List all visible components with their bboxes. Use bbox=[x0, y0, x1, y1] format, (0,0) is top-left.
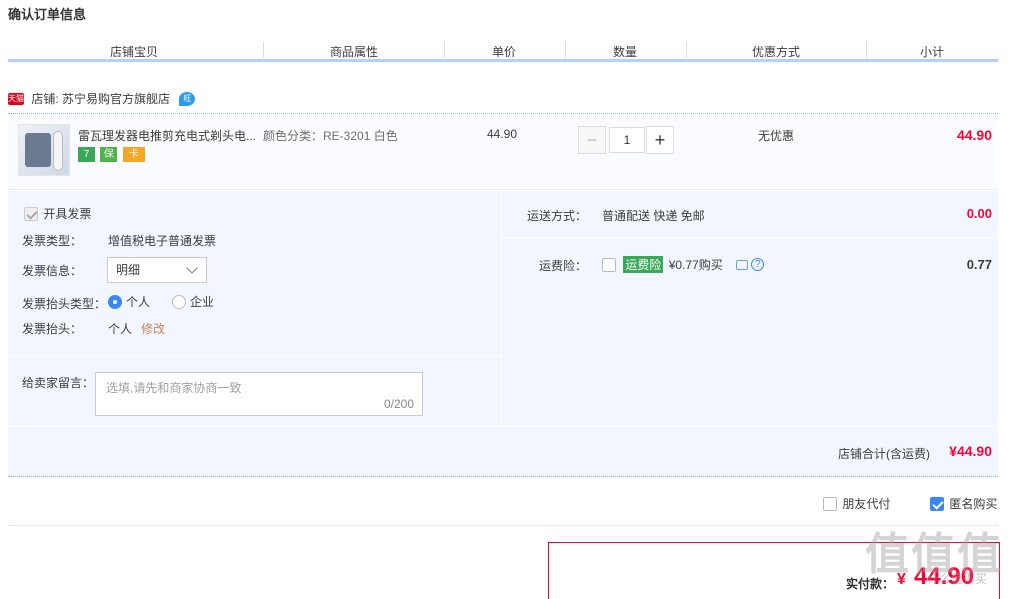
service-badges: 7 保 卡 bbox=[78, 147, 147, 163]
unit-price: 44.90 bbox=[487, 127, 518, 141]
page-title: 确认订单信息 bbox=[8, 7, 87, 22]
insurance-amount: 0.77 bbox=[966, 257, 992, 272]
col-subtotal: 小计 bbox=[920, 45, 945, 59]
credit-card-icon[interactable]: 卡 bbox=[122, 147, 145, 163]
order-item-row: 雷瓦理发器电推剪充电式剃头电... 7 保 卡 颜色分类：RE-3201 白色 … bbox=[8, 113, 998, 190]
shipping-amount: 0.00 bbox=[966, 206, 992, 221]
invoice-info-selected: 明细 bbox=[116, 263, 141, 277]
watermark-sub: 什么值得买 bbox=[926, 572, 987, 586]
insurance-label: 运费险： bbox=[539, 259, 588, 273]
chevron-down-icon bbox=[186, 262, 198, 274]
anonymous-option[interactable]: 匿名购买 bbox=[930, 495, 997, 512]
insurance-price: ¥0.77购买 bbox=[668, 258, 723, 272]
tmall-icon: 天猫 bbox=[8, 92, 24, 105]
shipping-panel: 运送方式： 普通配送 快递 免邮 0.00 运费险： 运费险 ¥0.77购买 ?… bbox=[502, 191, 998, 426]
friend-pay-option[interactable]: 朋友代付 bbox=[823, 495, 890, 512]
column-header: 店铺宝贝 商品属性 单价 数量 优惠方式 小计 bbox=[8, 40, 998, 62]
shipping-label: 运送方式： bbox=[527, 209, 588, 223]
invoice-header-label: 发票抬头： bbox=[22, 322, 83, 336]
shop-row: 天猫 店铺: 苏宁易购官方旗舰店 旺 bbox=[8, 90, 998, 112]
chat-icon[interactable] bbox=[736, 259, 749, 270]
shop-total-row: 店铺合计(含运费) ¥44.90 bbox=[8, 427, 998, 477]
friend-pay-checkbox[interactable] bbox=[823, 496, 837, 511]
help-icon[interactable]: ? bbox=[751, 258, 765, 271]
product-name-link[interactable]: 雷瓦理发器电推剪充电式剃头电... bbox=[78, 127, 258, 144]
col-price: 单价 bbox=[492, 45, 517, 59]
col-shop-item: 店铺宝贝 bbox=[110, 45, 159, 59]
message-label: 给卖家留言： bbox=[22, 376, 95, 390]
invoice-type-value: 增值税电子普通发票 bbox=[108, 234, 217, 248]
invoice-header-value: 个人 bbox=[108, 322, 133, 336]
message-counter: 0/200 bbox=[383, 397, 414, 411]
invoice-info-label: 发票信息： bbox=[22, 264, 83, 278]
radio-personal-dot[interactable] bbox=[108, 294, 122, 309]
item-subtotal: 44.90 bbox=[956, 127, 992, 143]
product-property: 颜色分类：RE-3201 白色 bbox=[263, 129, 398, 143]
shop-total-label: 店铺合计(含运费) bbox=[838, 447, 930, 461]
col-property: 商品属性 bbox=[330, 45, 379, 59]
invoice-header-type-label: 发票抬头类型： bbox=[22, 297, 107, 311]
quantity-plus-button[interactable]: + bbox=[646, 126, 674, 154]
invoice-panel: 开具发票 发票类型： 增值税电子普通发票 发票信息： 明细 发票抬头类型： 个人… bbox=[8, 191, 501, 426]
quantity-minus-button[interactable]: − bbox=[578, 126, 606, 154]
product-thumbnail[interactable] bbox=[18, 124, 70, 176]
wangwang-chat-icon[interactable]: 旺 bbox=[179, 91, 196, 106]
shop-name-link[interactable]: 店铺: 苏宁易购官方旗舰店 bbox=[31, 92, 170, 106]
quantity-input[interactable]: 1 bbox=[609, 127, 645, 153]
insurance-tag: 运费险 bbox=[623, 256, 664, 273]
invoice-checkbox[interactable] bbox=[24, 206, 38, 221]
anonymous-label: 匿名购买 bbox=[949, 497, 998, 511]
radio-company-label: 企业 bbox=[190, 295, 215, 309]
radio-personal-label: 个人 bbox=[126, 295, 151, 309]
col-quantity: 数量 bbox=[613, 45, 638, 59]
anonymous-checkbox[interactable] bbox=[930, 496, 944, 511]
promo-method: 无优惠 bbox=[758, 129, 795, 143]
insurance-checkbox[interactable] bbox=[602, 257, 616, 272]
radio-company-dot[interactable] bbox=[172, 294, 186, 309]
invoice-modify-link[interactable]: 修改 bbox=[141, 320, 165, 337]
order-options: 朋友代付 匿名购买 bbox=[8, 490, 998, 526]
shop-total-amount: ¥44.90 bbox=[949, 443, 992, 459]
radio-personal[interactable]: 个人 bbox=[108, 293, 150, 310]
shipping-value: 普通配送 快递 免邮 bbox=[602, 209, 705, 223]
invoice-info-select[interactable]: 明细 bbox=[107, 257, 207, 283]
invoice-open-label: 开具发票 bbox=[43, 207, 92, 221]
seller-message-input[interactable]: 选填,请先和商家协商一致 0/200 bbox=[95, 372, 423, 416]
guarantee-icon[interactable]: 保 bbox=[100, 147, 118, 163]
radio-company[interactable]: 企业 bbox=[172, 293, 214, 310]
message-placeholder: 选填,请先和商家协商一致 bbox=[106, 381, 242, 395]
invoice-type-label: 发票类型： bbox=[22, 234, 83, 248]
seven-day-return-icon[interactable]: 7 bbox=[78, 147, 95, 163]
col-promo: 优惠方式 bbox=[752, 45, 801, 59]
friend-pay-label: 朋友代付 bbox=[842, 497, 891, 511]
